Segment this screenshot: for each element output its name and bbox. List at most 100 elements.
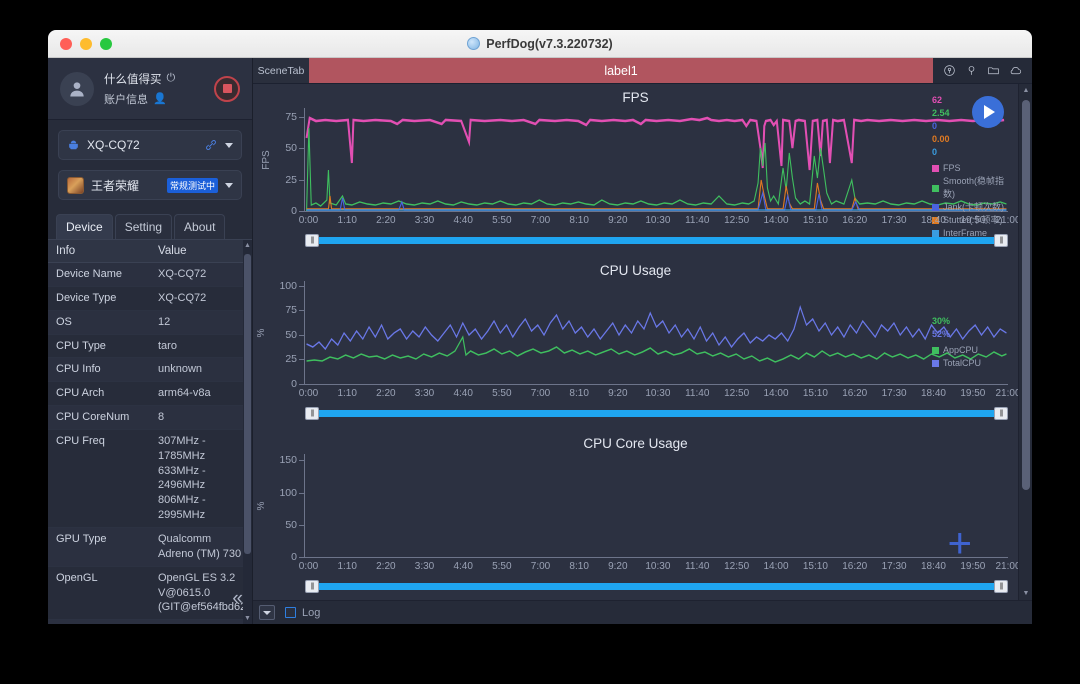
y-axis-cpu: % 0 25 50 75 100 [253, 279, 305, 390]
x-tick: 21:00 [995, 561, 1018, 572]
slider-track[interactable] [305, 583, 1008, 590]
legend-entry-jank[interactable]: Jank(卡顿次数) [932, 201, 1010, 214]
x-tick: 10:30 [645, 561, 671, 572]
legend-label: FPS [943, 163, 961, 174]
table-row: CPU Info unknown [48, 357, 252, 383]
legend-entry-appcpu[interactable]: AppCPU [932, 344, 1010, 357]
slider-handle-left[interactable]: ||| [305, 407, 319, 420]
expand-dropdown-button[interactable] [259, 605, 275, 620]
x-tick: 0:00 [298, 561, 319, 572]
pin-icon[interactable] [965, 64, 978, 77]
x-tick: 11:40 [685, 215, 710, 226]
row-value: arm64-v8a [150, 381, 252, 407]
tab-setting[interactable]: Setting [114, 214, 173, 239]
slider-handle-left[interactable]: ||| [305, 234, 319, 247]
tab-about[interactable]: About [174, 214, 226, 239]
x-tick: 17:30 [881, 561, 907, 572]
y-axis-label: FPS [261, 149, 273, 170]
usb-link-icon[interactable] [204, 138, 218, 152]
account-info-row[interactable]: 账户信息 👤 [104, 91, 204, 107]
y-tick: 0 [291, 205, 304, 217]
sidebar-scrollbar[interactable]: ▲ ▼ [243, 240, 252, 624]
x-tick: 14:00 [763, 561, 789, 572]
legend-label: Smooth(稳帧指数) [943, 176, 1005, 200]
time-range-slider-cpu[interactable]: ||| ||| [305, 407, 1008, 420]
legend-entry-totalcpu[interactable]: TotalCPU [932, 357, 1010, 370]
app-select[interactable]: 王者荣耀 常规测试中 [58, 170, 242, 200]
device-select[interactable]: XQ-CQ72 [58, 130, 242, 160]
slider-handle-left[interactable]: ||| [305, 580, 319, 593]
charts-area: FPS FPS 0 25 50 75 62 2.54 0 0.00 0 FPS … [253, 84, 1032, 600]
main-panel: SceneTab label1 FPS FPS 0 25 50 75 62 2.… [253, 58, 1032, 624]
log-checkbox-group[interactable]: Log [285, 607, 320, 619]
table-header-row: Info Value [48, 240, 252, 263]
x-tick: 12:50 [724, 561, 750, 572]
time-range-slider-core[interactable]: ||| ||| [305, 580, 1008, 593]
scene-tab-button[interactable]: SceneTab [253, 58, 309, 83]
legend-entry-smooth[interactable]: Smooth(稳帧指数) [932, 175, 1010, 201]
chart-cpu-usage: CPU Usage % 0 25 50 75 100 30% 52% AppCP… [253, 257, 1018, 430]
log-checkbox[interactable] [285, 607, 296, 618]
play-button[interactable] [972, 96, 1004, 128]
cloud-icon[interactable] [1009, 64, 1022, 77]
row-value: XQ-CQ72 [150, 262, 252, 287]
time-range-slider-fps[interactable]: ||| ||| [305, 234, 1008, 247]
slider-track[interactable] [305, 410, 1008, 417]
row-key: CPU Freq [48, 429, 150, 528]
scrollbar-thumb[interactable] [1022, 100, 1030, 490]
location-circle-icon[interactable] [943, 64, 956, 77]
device-info-table-wrap: Info Value Device Name XQ-CQ72 Device Typ… [48, 239, 252, 624]
chevron-down-icon[interactable] [225, 142, 233, 148]
stop-record-button[interactable] [214, 75, 240, 102]
bottom-bar: Log [253, 600, 1032, 624]
chevron-down-icon[interactable] [225, 182, 233, 188]
x-tick: 7:00 [530, 388, 551, 399]
chart-fps: FPS FPS 0 25 50 75 62 2.54 0 0.00 0 FPS … [253, 84, 1018, 257]
y-tick: 0 [291, 378, 304, 390]
folder-icon[interactable] [987, 64, 1000, 77]
row-value: unknown [150, 357, 252, 383]
play-triangle-icon [984, 105, 995, 119]
slider-handle-right[interactable]: ||| [994, 580, 1008, 593]
x-tick: 8:10 [569, 561, 589, 572]
row-key: CPU CoreNum [48, 405, 150, 430]
table-row: OpenGL OpenGL ES 3.2 V@0615.0 (GIT@ef564f… [48, 566, 252, 621]
x-tick: 2:20 [376, 561, 396, 572]
slider-handle-right[interactable]: ||| [994, 234, 1008, 247]
scene-label-bar[interactable]: label1 [309, 58, 933, 83]
scroll-up-arrow-icon[interactable]: ▲ [244, 242, 251, 249]
scene-icon-group [933, 58, 1032, 83]
scrollbar-thumb[interactable] [244, 254, 251, 554]
window-content: 什么值得买 ⏻ 账户信息 👤 XQ-CQ72 王者荣耀 常规测试中 Device… [48, 58, 1032, 624]
charts-scrollbar[interactable]: ▲ ▼ [1018, 84, 1032, 600]
x-tick: 14:00 [763, 215, 789, 226]
slider-handle-right[interactable]: ||| [994, 407, 1008, 420]
scroll-up-arrow-icon[interactable]: ▲ [1019, 87, 1032, 94]
power-icon[interactable]: ⏻ [167, 72, 176, 85]
user-add-icon[interactable]: 👤 [153, 92, 167, 105]
y-tick: 100 [279, 279, 304, 292]
legend-entry-fps[interactable]: FPS [932, 162, 1010, 175]
x-axis-cpu: 0:00 1:10 2:20 3:30 4:40 5:50 7:00 8:10 … [299, 388, 1018, 404]
x-tick: 9:20 [608, 215, 628, 226]
column-header-info: Info [48, 240, 150, 263]
log-label: Log [302, 606, 321, 619]
legend-swatch-icon [932, 347, 939, 355]
android-icon [69, 140, 78, 149]
tab-device[interactable]: Device [56, 214, 113, 239]
x-tick: 15:10 [802, 561, 828, 572]
scroll-down-arrow-icon[interactable]: ▼ [244, 615, 251, 622]
row-key: Device Type [48, 286, 150, 311]
user-avatar-icon[interactable] [60, 71, 94, 106]
collapse-sidebar-button[interactable]: « [232, 588, 242, 610]
table-row: GPU Type Qualcomm Adreno (TM) 730 [48, 527, 252, 567]
add-chart-button[interactable]: + [947, 522, 972, 564]
slider-track[interactable] [305, 237, 1008, 244]
x-tick: 7:00 [530, 215, 551, 226]
legend-swatch-icon [932, 165, 939, 173]
x-tick: 2:20 [376, 388, 396, 399]
perfdog-globe-icon [467, 37, 481, 50]
scroll-down-arrow-icon[interactable]: ▼ [1019, 590, 1032, 597]
chart-title: CPU Usage [599, 263, 672, 278]
app-window: PerfDog(v7.3.220732) 什么值得买 ⏻ 账户信息 👤 XQ-C… [48, 30, 1032, 624]
